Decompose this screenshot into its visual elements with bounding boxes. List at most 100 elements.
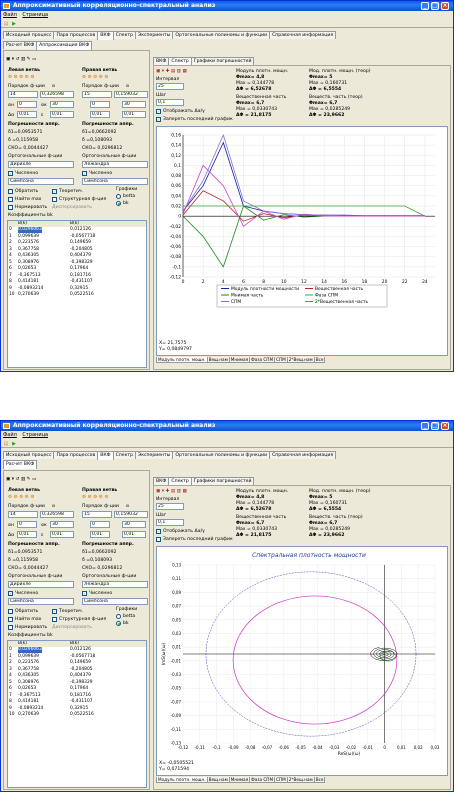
table-row[interactable]: 7 -0,367513 0,181716 xyxy=(8,273,146,279)
tab-experiments[interactable]: Экспериенты xyxy=(134,451,174,459)
chart-polar[interactable]: Спектральная плотность мощности -0,13 -0,1… xyxy=(156,546,448,776)
play-icon[interactable]: ▶ xyxy=(11,21,17,27)
tab-orthogonal[interactable]: Ортогональные полиномы и функции xyxy=(172,31,271,39)
table-row[interactable]: 10 0,270639 0,0522516 xyxy=(8,292,146,298)
interval-input[interactable]: 25 xyxy=(156,503,184,510)
eps-input-left[interactable]: 0,01 xyxy=(50,111,74,118)
menu-file[interactable]: Файл xyxy=(3,12,17,18)
struct-checkbox[interactable] xyxy=(52,617,57,622)
theor-checkbox[interactable]: ✓ xyxy=(52,609,57,614)
tab-vkf[interactable]: ВКФ xyxy=(97,31,114,40)
numeric-checkbox-right[interactable]: ✓ xyxy=(82,171,87,176)
tab-pair[interactable]: Пара процессов xyxy=(53,451,99,459)
method-select-right[interactable]: Симпсона xyxy=(82,598,148,605)
method-select-left[interactable]: Симпсона xyxy=(8,178,74,185)
table-row[interactable]: 6 0,02653 0,17964 xyxy=(8,266,146,272)
numeric-checkbox-left[interactable]: ✓ xyxy=(8,591,13,596)
table-row[interactable]: 3 0,367758 -0,204805 xyxy=(8,667,146,673)
menu-file[interactable]: Файл xyxy=(3,432,17,438)
table-row[interactable]: 3 0,367758 -0,204805 xyxy=(8,247,146,253)
alpha-min-left[interactable]: 0 xyxy=(17,101,37,108)
alpha-input-right[interactable]: 0,159032 xyxy=(114,511,148,518)
order-input-right[interactable]: 15 xyxy=(82,511,112,518)
step-input[interactable]: 0,1 xyxy=(156,99,184,106)
da-input-right[interactable]: 0,01 xyxy=(90,531,110,538)
func-select-left[interactable]: Дирихле xyxy=(8,581,74,588)
func-select-right[interactable]: Лежандра xyxy=(82,161,148,168)
eps-input-right[interactable]: 0,01 xyxy=(122,111,146,118)
alpha-max-left[interactable]: 30 xyxy=(50,521,74,528)
struct-checkbox[interactable] xyxy=(52,197,57,202)
btab-2real[interactable]: 2*Вещ.нам xyxy=(286,777,315,783)
tab-source[interactable]: Исходный процесс xyxy=(3,31,55,39)
table-row[interactable]: 1 0,099639 -0,0567718 xyxy=(8,654,146,660)
eps-input-left[interactable]: 0,01 xyxy=(50,531,74,538)
tab-error-graphs[interactable]: Графики погрешностей xyxy=(190,477,255,485)
table-row[interactable]: 6 0,02653 0,17964 xyxy=(8,686,146,692)
tab-error-graphs[interactable]: Графики погрешностей xyxy=(190,57,255,65)
minimize-button[interactable]: _ xyxy=(421,2,429,10)
method-select-left[interactable]: Симпсона xyxy=(8,598,74,605)
bk-radio[interactable] xyxy=(116,621,121,626)
maximize-button[interactable]: □ xyxy=(431,2,439,10)
da-input-left[interactable]: 0,01 xyxy=(17,111,37,118)
branch-tools-right-icon[interactable]: ⚙ ⚙ ⚙ ⚙ ⚙ xyxy=(82,495,108,500)
tab-pair[interactable]: Пара процессов xyxy=(53,31,99,39)
table-row[interactable]: 4 0,436305 0,404379 xyxy=(8,253,146,259)
show-da-checkbox[interactable]: ✓ xyxy=(156,109,161,114)
menu-page[interactable]: Страница xyxy=(22,12,48,18)
freeze-checkbox[interactable] xyxy=(156,537,161,542)
open-icon[interactable]: ▤ xyxy=(3,21,9,27)
order-input-right[interactable]: 15 xyxy=(82,91,112,98)
btab-all[interactable]: Все xyxy=(313,777,326,783)
btab-spm[interactable]: СПМ xyxy=(274,357,288,363)
tab-experiments[interactable]: Экспериенты xyxy=(134,31,174,39)
table-row[interactable]: 0 0,0296063 0,012126 xyxy=(8,647,146,653)
tab-spectrum[interactable]: Спектр xyxy=(112,31,136,39)
freeze-checkbox[interactable]: ✓ xyxy=(156,117,161,122)
reverse-checkbox[interactable] xyxy=(8,189,13,194)
tab-spectrum[interactable]: Спектр xyxy=(112,451,136,459)
table-row[interactable]: 10 0,270639 0,0522516 xyxy=(8,712,146,718)
alpha-max-left[interactable]: 30 xyxy=(50,101,74,108)
table-row[interactable]: 9 -0,0893214 0,32915 xyxy=(8,706,146,712)
btab-imag[interactable]: Мнимая xyxy=(228,777,251,783)
save-icon[interactable]: ▣ ▾ ↺ ▥ ✎ ▭ xyxy=(6,477,36,482)
close-button[interactable]: × xyxy=(441,422,449,430)
step-input[interactable]: 0,1 xyxy=(156,519,184,526)
tab-vkf[interactable]: ВКФ xyxy=(97,451,114,460)
branch-tools-icon[interactable]: ⚙ ⚙ ⚙ ⚙ ⚙ xyxy=(8,495,34,500)
table-row[interactable]: 5 0,308976 -0,398329 xyxy=(8,680,146,686)
spectrum-toolbar-icon[interactable]: ▣ ▾ ✚ ▤ ▥ ▦ xyxy=(156,489,187,494)
table-row[interactable]: 4 0,436305 0,404379 xyxy=(8,673,146,679)
interval-input[interactable]: 25 xyxy=(156,83,184,90)
chart-spectrum[interactable]: -0,12 -0,1 -0,08 -0,06 -0,04 -0,02 0 0,02 0,04 0,… xyxy=(156,126,448,356)
table-row[interactable]: 8 0,414181 -0,431107 xyxy=(8,699,146,705)
order-input-left[interactable]: 14 xyxy=(8,91,38,98)
minimize-button[interactable]: _ xyxy=(421,422,429,430)
eps-input-right[interactable]: 0,01 xyxy=(122,531,146,538)
btab-mod[interactable]: Модуль плотн. мощн. xyxy=(156,357,208,363)
numeric-checkbox-left[interactable]: ✓ xyxy=(8,171,13,176)
save-icon[interactable]: ▣ ▾ ↺ ▥ ✎ ▭ xyxy=(6,57,36,62)
func-select-right[interactable]: Лежандра xyxy=(82,581,148,588)
numeric-checkbox-right[interactable]: ✓ xyxy=(82,591,87,596)
alpha-min-left[interactable]: 0 xyxy=(17,521,37,528)
reverse-checkbox[interactable] xyxy=(8,609,13,614)
find-max-checkbox[interactable] xyxy=(8,617,13,622)
table-row[interactable]: 1 0,099639 -0,0567718 xyxy=(8,234,146,240)
alpha-max-right[interactable]: 30 xyxy=(122,521,146,528)
alpha-input-right[interactable]: 0,159032 xyxy=(114,91,148,98)
table-row[interactable]: 0 0,0296063 0,012126 xyxy=(8,227,146,233)
btab-mod[interactable]: Модуль плотн. мощн. xyxy=(156,777,208,783)
btab-phase[interactable]: Фаза СПМ xyxy=(249,777,276,783)
btab-phase[interactable]: Фаза СПМ xyxy=(249,357,276,363)
tab-orthogonal[interactable]: Ортогональные полиномы и функции xyxy=(172,451,271,459)
btab-spm[interactable]: СПМ xyxy=(274,777,288,783)
normalize-checkbox[interactable] xyxy=(8,625,13,630)
btab-real[interactable]: Вещ.нам xyxy=(206,357,230,363)
tab-source[interactable]: Исходный процесс xyxy=(3,451,55,459)
da-input-left[interactable]: 0,01 xyxy=(17,531,37,538)
method-select-right[interactable]: Симпсона xyxy=(82,178,148,185)
btab-imag[interactable]: Мнимая xyxy=(228,357,251,363)
